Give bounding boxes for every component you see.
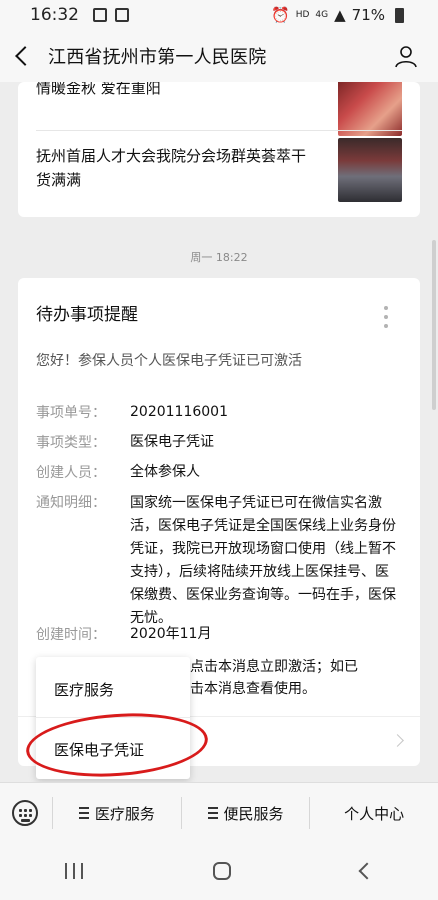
menu-tab-label: 便民服务 — [223, 804, 284, 823]
article-thumbnail — [338, 82, 402, 136]
field-value: 医保电子凭证 — [130, 434, 214, 450]
field-label: 创建时间： — [36, 627, 106, 643]
bottom-menu-bar: 医疗服务 便民服务 个人中心 — [0, 782, 438, 843]
article-thumbnail — [338, 138, 402, 202]
message-timestamp: 周一 18:22 — [190, 251, 248, 264]
signal-icon: ▲ — [334, 6, 346, 24]
field-row: 创建人员： 全体参保人 — [36, 462, 398, 483]
chat-header: 江西省抚州市第一人民医院 — [0, 30, 438, 82]
profile-icon[interactable] — [394, 44, 418, 68]
notice-footer-line: ，点击本消息立即激活；如已 — [176, 659, 358, 675]
signal-label: 4G — [315, 10, 329, 20]
menu-lines-icon — [78, 807, 89, 819]
home-icon[interactable] — [213, 862, 231, 880]
field-label: 事项类型： — [36, 435, 106, 451]
field-value: 20201116001 — [130, 404, 228, 420]
battery-percent: 71% — [351, 6, 385, 24]
app-notification-icon — [115, 8, 129, 22]
field-row: 事项类型： 医保电子凭证 — [36, 432, 398, 453]
notice-greeting: 您好！参保人员个人医保电子凭证已可激活 — [36, 353, 302, 369]
field-label: 事项单号： — [36, 405, 106, 421]
menu-tab-personal-center[interactable]: 个人中心 — [310, 803, 438, 824]
menu-tab-label: 个人中心 — [344, 804, 405, 823]
article-item[interactable]: 抚州首届人才大会我院分会场群英荟萃干货满满 — [36, 138, 402, 202]
notice-footer-line: 击本消息查看使用。 — [190, 681, 316, 697]
menu-tab-label: 医疗服务 — [94, 804, 155, 823]
field-value: 全体参保人 — [130, 464, 200, 480]
field-label: 创建人员： — [36, 465, 106, 481]
system-nav-bar — [0, 842, 438, 900]
field-row: 事项单号： 20201116001 — [36, 402, 398, 423]
alarm-icon: ⏰ — [271, 6, 290, 24]
field-row: 通知明细： 国家统一医保电子凭证已可在微信实名激活，医保电子凭证是全国医保线上业… — [36, 492, 398, 630]
submenu-item-medical-service[interactable]: 医疗服务 — [54, 679, 114, 700]
article-title: 抚州首届人才大会我院分会场群英荟萃干货满满 — [36, 147, 307, 189]
back-arrow-icon[interactable] — [15, 46, 35, 66]
status-right: ⏰ HD 4G ▲ 71% — [271, 6, 404, 24]
chevron-right-icon[interactable] — [391, 734, 404, 747]
menu-lines-icon — [207, 807, 218, 819]
page-title: 江西省抚州市第一人民医院 — [48, 47, 267, 68]
article-card[interactable]: 情暖金秋 爱在重阳 抚州首届人才大会我院分会场群英荟萃干货满满 — [18, 82, 420, 217]
menu-tab-convenience-service[interactable]: 便民服务 — [182, 803, 310, 824]
article-item[interactable]: 情暖金秋 爱在重阳 — [36, 82, 402, 136]
field-label: 通知明细： — [36, 495, 106, 511]
divider — [36, 130, 402, 131]
field-value: 2020年11月 — [130, 626, 212, 642]
article-title: 情暖金秋 爱在重阳 — [36, 82, 161, 97]
status-time: 16:32 — [30, 5, 79, 25]
keyboard-toggle-icon[interactable] — [12, 800, 38, 826]
recent-apps-icon[interactable] — [65, 863, 83, 879]
wechat-official-account-chat: 16:32 ⏰ HD 4G ▲ 71% 江西省抚州市第一人民医院 情暖金秋 爱在… — [0, 0, 438, 900]
notice-title: 待办事项提醒 — [36, 305, 138, 325]
field-value: 国家统一医保电子凭证已可在微信实名激活，医保电子凭证是全国医保线上业务身份凭证，… — [130, 495, 396, 626]
menu-tab-medical-service[interactable]: 医疗服务 — [53, 803, 181, 824]
system-back-icon[interactable] — [358, 862, 376, 880]
status-bar: 16:32 ⏰ HD 4G ▲ 71% — [0, 0, 438, 30]
battery-icon — [395, 7, 404, 23]
network-label: HD — [295, 10, 310, 20]
notification-icons — [93, 8, 129, 22]
more-options-icon[interactable] — [384, 306, 390, 332]
scrollbar[interactable] — [432, 240, 436, 410]
gallery-icon — [93, 8, 107, 22]
field-row: 创建时间： 2020年11月 — [36, 624, 398, 645]
